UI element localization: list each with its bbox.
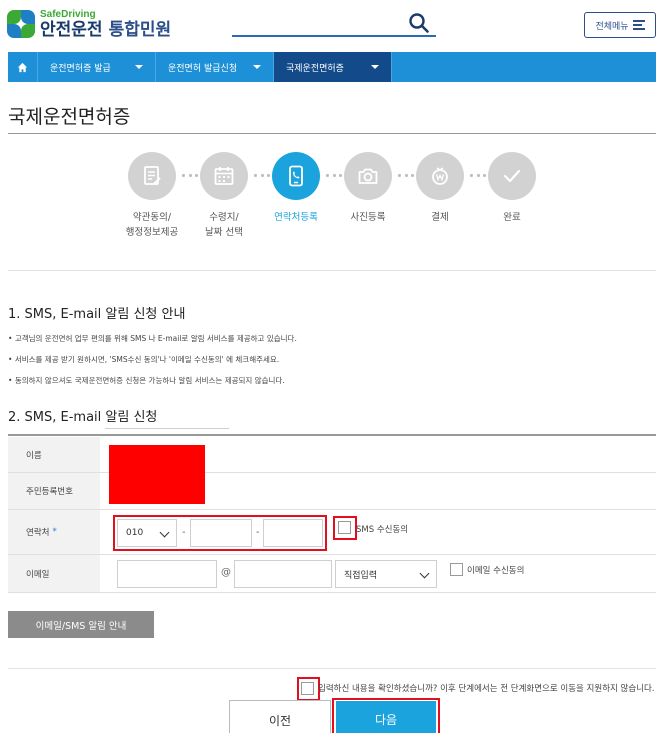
nav-item-license-issue[interactable]: 운전면허증 발급: [38, 52, 156, 82]
main-nav: 운전면허증 발급 운전면허 발급신청 국제운전면허증: [8, 52, 656, 82]
phone-label: 연락처 *: [8, 510, 100, 554]
calendar-icon: [214, 167, 234, 185]
notice-list: • 고객님의 운전면허 업무 편의를 위해 SMS 나 E-mail로 알림 서…: [8, 328, 297, 391]
sms-consent-label[interactable]: SMS 수신동의: [356, 523, 408, 535]
redaction-block: [109, 445, 205, 504]
notice-item: • 동의하지 않으셔도 국제운전면허증 신청은 가능하나 알림 서비스는 제공되…: [8, 376, 285, 385]
camera-icon: [358, 168, 378, 184]
form-row-name: 이름: [8, 437, 656, 473]
section-title-apply: 2. SMS, E-mail 알림 신청: [8, 410, 158, 425]
form-row-email: 이메일: [8, 555, 656, 593]
form-row-phone: 연락처 *: [8, 510, 656, 555]
caret-down-icon: [135, 65, 143, 69]
logo-subtitle: SafeDriving: [40, 8, 96, 20]
form-row-rrn: 주민등록번호: [8, 473, 656, 510]
highlight-box: [297, 677, 320, 701]
notification-info-button[interactable]: 이메일/SMS 알림 안내: [8, 611, 154, 638]
progress-steps: 약관동의/행정정보제공 수령지/날짜 선택 연락처등록 사진등록 결제 완료: [0, 152, 662, 252]
email-consent-checkbox[interactable]: [450, 563, 463, 576]
site-header: SafeDriving 안전운전 통합민원 전체메뉴: [0, 0, 662, 52]
home-icon: [17, 62, 28, 72]
highlight-box: [333, 516, 357, 540]
nav-item-label: 운전면허 발급신청: [168, 63, 238, 74]
email-domain-select[interactable]: 직접입력: [335, 560, 437, 588]
divider: [8, 270, 656, 271]
step-label: 완료: [503, 212, 521, 223]
all-menu-button[interactable]: 전체메뉴: [584, 12, 656, 38]
confirm-label[interactable]: 입력하신 내용을 확인하셨습니까? 이후 단계에서는 전 단계화면으로 이동을 …: [318, 682, 655, 694]
nav-item-label: 운전면허증 발급: [50, 63, 111, 74]
home-button[interactable]: [8, 52, 38, 82]
email-id-input[interactable]: [117, 560, 217, 588]
hamburger-icon: [632, 18, 645, 32]
page-title: 국제운전면허증: [8, 106, 131, 128]
coin-icon: [432, 167, 448, 185]
notice-item: • 고객님의 운전면허 업무 편의를 위해 SMS 나 E-mail로 알림 서…: [8, 334, 297, 343]
logo-title: 안전운전: [40, 19, 103, 40]
check-icon: [503, 169, 521, 183]
site-logo[interactable]: SafeDriving 안전운전 통합민원: [6, 9, 171, 39]
step-complete: 완료: [467, 152, 557, 225]
logo-service-name: 통합민원: [108, 19, 172, 40]
required-mark: *: [52, 527, 57, 537]
document-icon: [144, 166, 161, 185]
rrn-label: 주민등록번호: [8, 473, 100, 509]
prev-button[interactable]: 이전: [229, 700, 331, 733]
search-input[interactable]: [232, 35, 436, 37]
email-at-sign: @: [221, 567, 231, 578]
chevron-down-icon: [419, 568, 430, 579]
email-domain-input[interactable]: [234, 560, 332, 588]
highlight-box: [113, 515, 327, 551]
caret-down-icon: [371, 65, 379, 69]
divider: [105, 428, 229, 429]
logo-mark-icon: [6, 9, 36, 39]
notice-item: • 서비스를 제공 받기 원하시면, 'SMS수신 동의'나 '이메일 수신동의…: [8, 355, 280, 364]
nav-item-international-license[interactable]: 국제운전면허증: [274, 52, 392, 82]
all-menu-label: 전체메뉴: [595, 21, 629, 32]
section-title-notice: 1. SMS, E-mail 알림 신청 안내: [8, 307, 186, 322]
highlight-box: [332, 698, 440, 733]
email-label: 이메일: [8, 555, 100, 592]
divider: [8, 133, 656, 134]
nav-item-label: 국제운전면허증: [286, 63, 344, 74]
phone-icon: [289, 165, 303, 187]
name-label: 이름: [8, 437, 100, 472]
email-consent-label[interactable]: 이메일 수신동의: [467, 564, 524, 576]
step-label: 날짜 선택: [205, 227, 243, 238]
email-domain-select-value: 직접입력: [344, 570, 378, 581]
search-icon[interactable]: [408, 12, 430, 34]
caret-down-icon: [253, 65, 261, 69]
divider: [8, 434, 656, 436]
nav-item-license-apply[interactable]: 운전면허 발급신청: [156, 52, 274, 82]
divider: [8, 668, 656, 669]
